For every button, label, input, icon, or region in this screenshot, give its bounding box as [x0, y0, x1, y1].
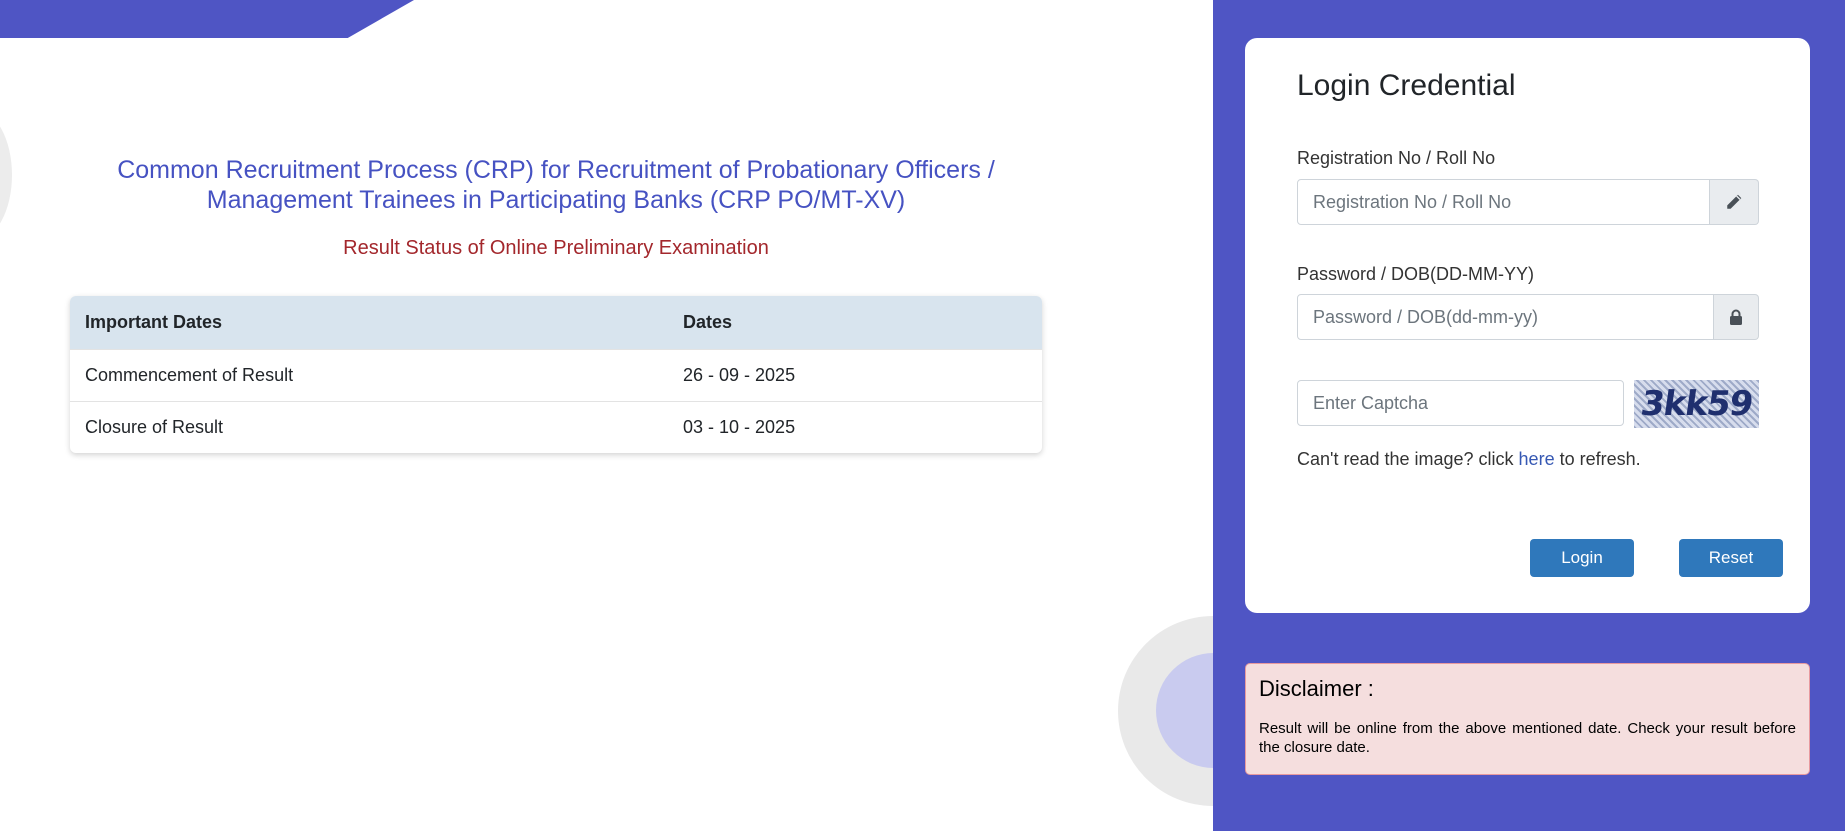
refresh-prefix: Can't read the image? click: [1297, 449, 1519, 469]
password-input[interactable]: [1297, 294, 1714, 340]
password-input-group: [1297, 294, 1759, 340]
pencil-icon: [1710, 179, 1759, 225]
page-title: Common Recruitment Process (CRP) for Rec…: [117, 156, 995, 214]
captcha-input[interactable]: [1297, 380, 1624, 426]
registration-input-group: [1297, 179, 1759, 225]
registration-label: Registration No / Roll No: [1297, 148, 1496, 168]
top-decorative-band: [0, 0, 414, 38]
date-cell: 26 - 09 - 2025: [668, 349, 1042, 402]
column-header-important-dates: Important Dates: [70, 296, 668, 350]
captcha-text: 3kk59: [1638, 384, 1755, 424]
result-status-subtitle: Result Status of Online Preliminary Exam…: [343, 237, 769, 259]
login-title: Login Credential: [1297, 69, 1516, 102]
table-header-row: Important Dates Dates: [70, 296, 1042, 350]
login-button[interactable]: Login: [1530, 539, 1634, 577]
important-dates-table: Important Dates Dates Commencement of Re…: [70, 296, 1042, 453]
column-header-dates: Dates: [668, 296, 1042, 350]
left-decorative-arc: [0, 110, 12, 240]
registration-input[interactable]: [1297, 179, 1710, 225]
date-cell: 03 - 10 - 2025: [668, 401, 1042, 453]
login-panel: Login Credential Registration No / Roll …: [1213, 0, 1845, 831]
captcha-refresh-link[interactable]: here: [1519, 449, 1555, 469]
refresh-suffix: to refresh.: [1554, 449, 1641, 469]
lock-icon: [1714, 294, 1759, 340]
disclaimer-title: Disclaimer :: [1259, 676, 1374, 701]
login-card: Login Credential Registration No / Roll …: [1245, 38, 1810, 613]
event-cell: Commencement of Result: [70, 349, 668, 402]
disclaimer-box: Disclaimer : Result will be online from …: [1245, 663, 1810, 775]
table-row: Commencement of Result 26 - 09 - 2025: [70, 349, 1042, 402]
captcha-image: 3kk59: [1634, 380, 1759, 428]
disclaimer-text: Result will be online from the above men…: [1259, 720, 1796, 756]
table-row: Closure of Result 03 - 10 - 2025: [70, 401, 1042, 453]
main-content: Common Recruitment Process (CRP) for Rec…: [70, 155, 1042, 453]
password-label: Password / DOB(DD-MM-YY): [1297, 264, 1535, 284]
reset-button[interactable]: Reset: [1679, 539, 1783, 577]
event-cell: Closure of Result: [70, 401, 668, 453]
captcha-refresh-text: Can't read the image? click here to refr…: [1297, 449, 1641, 470]
